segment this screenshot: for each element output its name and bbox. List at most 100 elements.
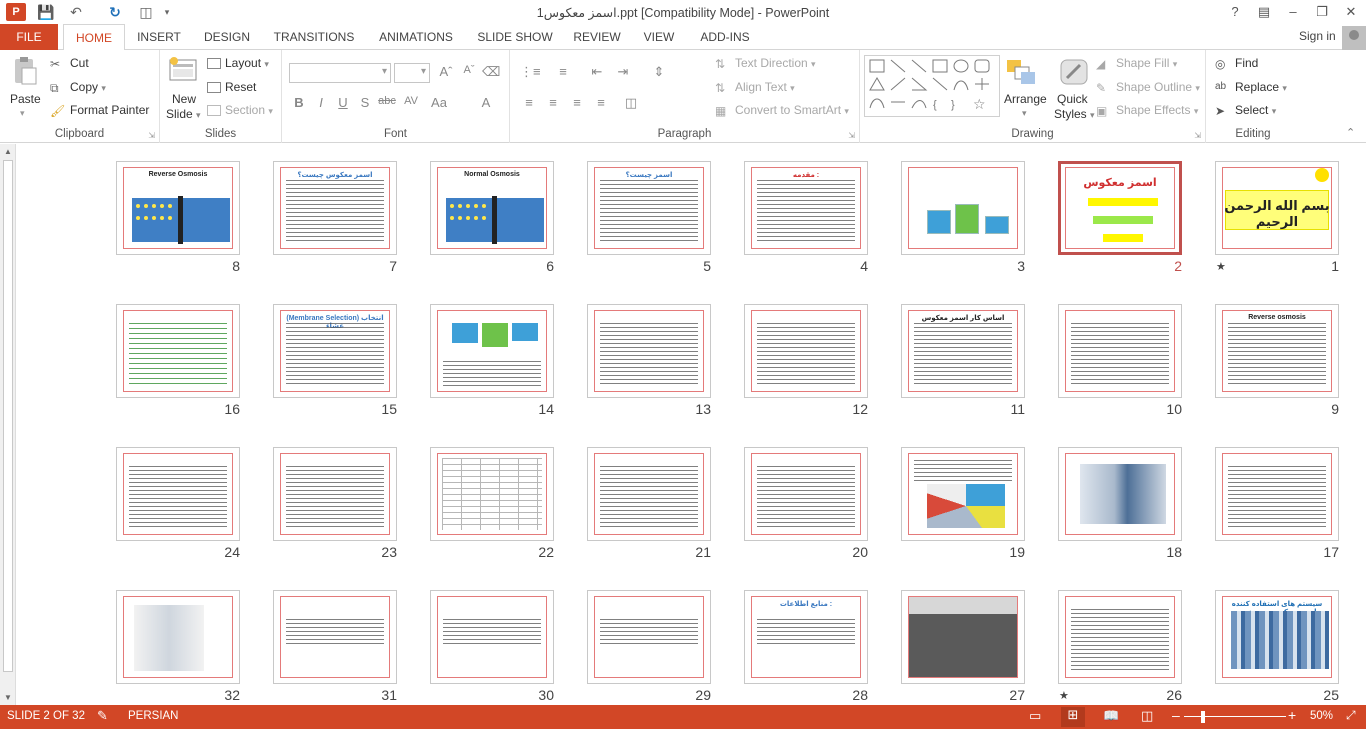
dialog-launcher-icon[interactable]: ⇲	[848, 131, 855, 140]
zoom-level[interactable]: 50%	[1310, 710, 1333, 722]
start-from-beginning-icon[interactable]: ◫	[134, 3, 158, 21]
slide-thumbnail-2[interactable]: اسمز معکوس	[1058, 161, 1182, 255]
increase-indent-icon[interactable]: ⇥	[614, 64, 632, 80]
convert-smartart-button[interactable]: ▦ Convert to SmartArt ▾	[715, 103, 849, 118]
quick-styles-label-1[interactable]: Quick	[1057, 92, 1088, 106]
arrange-dropdown-icon[interactable]: ▾	[1022, 108, 1027, 119]
zoom-in-icon[interactable]: +	[1288, 707, 1296, 723]
language-indicator[interactable]: PERSIAN	[128, 710, 179, 722]
new-slide-button[interactable]: Slide ▾	[166, 107, 201, 121]
sign-in-link[interactable]: Sign in	[1299, 29, 1336, 43]
shrink-font-icon[interactable]: Aˇ	[460, 64, 478, 76]
slide-thumbnail-12[interactable]	[744, 304, 868, 398]
line-spacing-icon[interactable]: ⇕	[650, 64, 668, 80]
ribbon-display-options-icon[interactable]: ▤	[1251, 2, 1277, 22]
slide-thumbnail-4[interactable]: مقدمه :	[744, 161, 868, 255]
slide-thumbnail-5[interactable]: اسمز چیست؟	[587, 161, 711, 255]
tab-insert[interactable]: INSERT	[130, 24, 188, 50]
paste-icon[interactable]	[10, 56, 40, 86]
font-color-icon[interactable]: A	[477, 95, 495, 110]
change-case-icon[interactable]: Aa	[430, 95, 448, 110]
slide-thumbnail-19[interactable]	[901, 447, 1025, 541]
tab-view[interactable]: VIEW	[636, 24, 682, 50]
character-spacing-icon[interactable]: AV	[402, 95, 420, 107]
bullets-icon[interactable]: ⋮≡	[520, 64, 541, 80]
slide-thumbnail-30[interactable]	[430, 590, 554, 684]
slide-thumbnail-15[interactable]: (Membrane Selection) انتخاب غشاء	[273, 304, 397, 398]
powerpoint-app-icon[interactable]: P	[6, 3, 26, 21]
text-shadow-icon[interactable]: S	[356, 95, 374, 110]
align-right-icon[interactable]: ≡	[568, 95, 586, 110]
slide-thumbnail-9[interactable]: Reverse osmosis	[1215, 304, 1339, 398]
restore-icon[interactable]: ❐	[1309, 2, 1335, 22]
help-icon[interactable]: ?	[1222, 2, 1248, 22]
slide-thumbnail-25[interactable]: سیستم های استفاده کننده اسمز معکوس در صن…	[1215, 590, 1339, 684]
fit-to-window-icon[interactable]: ⤢	[1346, 708, 1356, 723]
slide-thumbnail-17[interactable]	[1215, 447, 1339, 541]
tab-slide-show[interactable]: SLIDE SHOW	[472, 24, 558, 50]
slide-thumbnail-32[interactable]	[116, 590, 240, 684]
paste-dropdown-icon[interactable]: ▾	[20, 108, 25, 119]
normal-view-icon[interactable]: ▭	[1029, 708, 1041, 724]
layout-button[interactable]: Layout ▾	[207, 56, 269, 70]
scroll-thumb[interactable]	[3, 160, 13, 672]
paste-button[interactable]: Paste	[10, 92, 41, 106]
slide-thumbnail-13[interactable]	[587, 304, 711, 398]
slide-thumbnail-10[interactable]	[1058, 304, 1182, 398]
dialog-launcher-icon[interactable]: ⇲	[1194, 131, 1201, 140]
zoom-out-icon[interactable]: –	[1172, 707, 1180, 723]
tab-design[interactable]: DESIGN	[197, 24, 257, 50]
clear-formatting-icon[interactable]: ⌫	[482, 64, 500, 80]
strikethrough-icon[interactable]: abc	[378, 95, 396, 107]
shape-fill-button[interactable]: ◢ Shape Fill ▾	[1096, 56, 1177, 71]
slide-thumbnail-6[interactable]: Normal Osmosis	[430, 161, 554, 255]
find-button[interactable]: ◎ Find	[1215, 56, 1258, 71]
spelling-icon[interactable]: ✎	[97, 708, 108, 724]
dialog-launcher-icon[interactable]: ⇲	[148, 131, 155, 140]
align-text-button[interactable]: ⇅ Align Text ▾	[715, 80, 795, 95]
scroll-up-icon[interactable]: ▲	[3, 147, 13, 156]
slide-show-view-icon[interactable]: ◫	[1141, 708, 1153, 724]
tab-animations[interactable]: ANIMATIONS	[370, 24, 462, 50]
slide-thumbnail-29[interactable]	[587, 590, 711, 684]
font-name-combo[interactable]	[289, 63, 391, 83]
slide-thumbnail-21[interactable]	[587, 447, 711, 541]
slide-thumbnail-3[interactable]	[901, 161, 1025, 255]
tab-review[interactable]: REVIEW	[568, 24, 626, 50]
shape-effects-button[interactable]: ▣ Shape Effects ▾	[1096, 103, 1198, 118]
slide-thumbnail-31[interactable]	[273, 590, 397, 684]
reading-view-icon[interactable]: 📖	[1103, 708, 1119, 724]
slide-thumbnail-11[interactable]: اساس کار اسمز معکوس	[901, 304, 1025, 398]
new-slide-icon[interactable]	[168, 56, 198, 85]
tab-add-ins[interactable]: ADD-INS	[692, 24, 758, 50]
redo-icon[interactable]: ↻	[104, 3, 126, 21]
underline-icon[interactable]: U	[334, 95, 352, 110]
zoom-slider-thumb[interactable]	[1201, 711, 1205, 723]
vertical-scrollbar[interactable]: ▲ ▼	[0, 144, 16, 705]
new-slide-label-1[interactable]: New	[172, 92, 196, 106]
reset-button[interactable]: Reset	[207, 80, 256, 94]
slide-thumbnail-22[interactable]	[430, 447, 554, 541]
arrange-icon[interactable]	[1005, 58, 1037, 89]
slide-thumbnail-7[interactable]: اسمز معکوس چیست؟	[273, 161, 397, 255]
slide-thumbnail-23[interactable]	[273, 447, 397, 541]
section-button[interactable]: Section ▾	[207, 103, 273, 117]
tab-file[interactable]: FILE	[0, 24, 58, 50]
align-center-icon[interactable]: ≡	[544, 95, 562, 110]
cut-button[interactable]: ✂ Cut	[50, 56, 89, 71]
shapes-gallery[interactable]: {} ☆	[864, 55, 1000, 117]
arrange-label[interactable]: Arrange	[1004, 92, 1047, 106]
decrease-indent-icon[interactable]: ⇤	[588, 64, 606, 80]
grow-font-icon[interactable]: Aˆ	[437, 64, 455, 79]
slide-sorter-view-icon[interactable]: ⊞	[1061, 707, 1085, 727]
collapse-ribbon-icon[interactable]: ⌃	[1346, 126, 1355, 139]
avatar[interactable]	[1342, 26, 1366, 50]
select-button[interactable]: ➤ Select ▾	[1215, 103, 1276, 118]
slide-thumbnail-1[interactable]: بسم الله الرحمن الرحيم	[1215, 161, 1339, 255]
quick-styles-button[interactable]: Styles ▾	[1054, 107, 1095, 121]
slide-thumbnail-16[interactable]	[116, 304, 240, 398]
save-icon[interactable]: 💾	[36, 3, 56, 21]
slide-thumbnail-18[interactable]	[1058, 447, 1182, 541]
format-painter-button[interactable]: 🖌 Format Painter	[50, 103, 149, 118]
close-icon[interactable]: ✕	[1338, 2, 1364, 22]
